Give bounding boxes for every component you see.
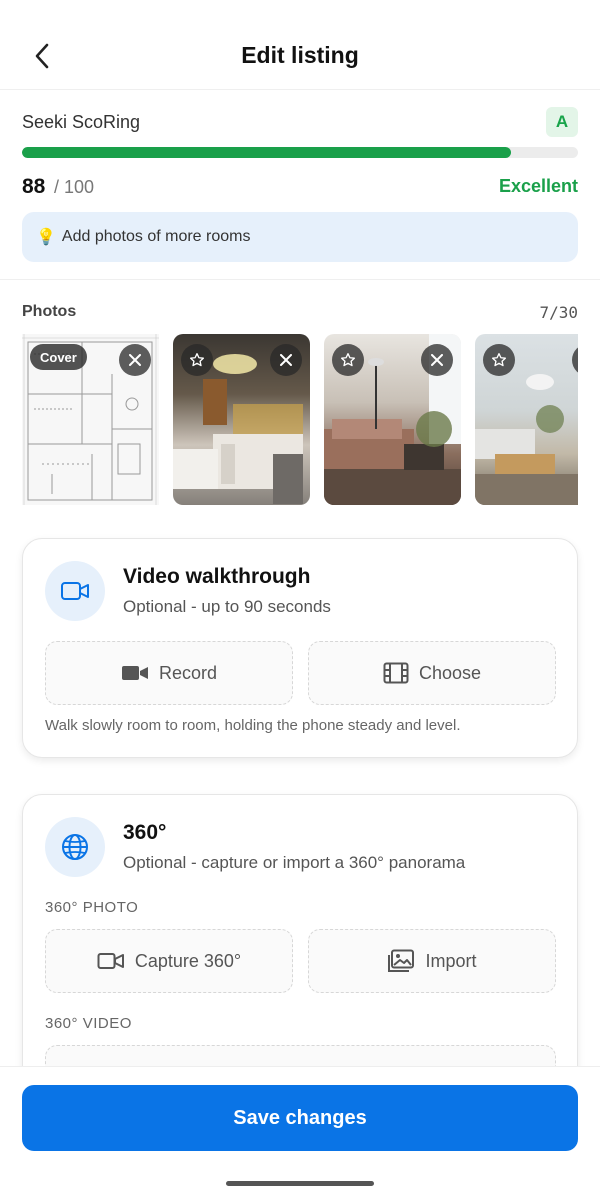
tip-text: Add photos of more rooms (61, 228, 251, 245)
set-cover-button[interactable] (181, 344, 213, 376)
video-camera-filled-icon (121, 666, 148, 680)
pano-video-caption: 360° VIDEO (45, 1015, 132, 1032)
photo-lounge[interactable] (475, 334, 578, 505)
video-card-title: Video walkthrough (123, 565, 311, 588)
image-gallery-icon (388, 949, 415, 972)
photos-strip[interactable]: Cover (22, 334, 578, 506)
pano-photo-caption: 360° PHOTO (45, 899, 139, 916)
page-title: Edit listing (241, 42, 359, 68)
remove-photo-button[interactable] (119, 344, 151, 376)
score-section: Seeki ScoRing A 88 / 100 Excellent 💡 Add… (0, 90, 600, 280)
pano-card-subtitle: Optional - capture or import a 360° pano… (123, 853, 466, 872)
close-icon (129, 354, 141, 366)
video-guidance-note: Walk slowly room to room, holding the ph… (45, 717, 461, 734)
film-icon (383, 662, 409, 684)
pano-360-card: 360° Optional - capture or import a 360°… (22, 794, 578, 1109)
star-icon (190, 353, 204, 367)
save-changes-button[interactable]: Save changes (22, 1085, 578, 1151)
video-camera-outline-icon (97, 953, 124, 969)
globe-icon (62, 834, 88, 860)
capture-360-button[interactable]: Capture 360° (45, 929, 293, 993)
photo-kitchen[interactable] (173, 334, 310, 505)
globe-icon-wrap (45, 817, 105, 877)
video-camera-icon-wrap (45, 561, 105, 621)
set-cover-button[interactable] (332, 344, 364, 376)
close-icon (280, 354, 292, 366)
video-camera-icon (61, 582, 89, 600)
remove-photo-button[interactable] (270, 344, 302, 376)
remove-photo-button[interactable] (421, 344, 453, 376)
record-video-button[interactable]: Record (45, 641, 293, 705)
import-360-button[interactable]: Import (308, 929, 556, 993)
score-rating-label: Excellent (498, 176, 578, 196)
cover-badge: Cover (30, 344, 87, 370)
record-label: Record (158, 662, 218, 683)
capture-360-label: Capture 360° (134, 950, 242, 971)
bottom-action-bar: Save changes (0, 1066, 600, 1200)
pano-card-title: 360° (123, 821, 167, 844)
set-cover-button[interactable] (483, 344, 515, 376)
lightbulb-icon: 💡 (36, 229, 56, 246)
score-value: 88 (22, 175, 46, 198)
choose-label: Choose (418, 662, 482, 683)
score-progress-bar (22, 147, 578, 158)
home-indicator (226, 1181, 374, 1186)
score-max: / 100 (54, 177, 95, 197)
import-label: Import (425, 950, 477, 971)
score-title: Seeki ScoRing (22, 112, 141, 132)
close-icon (431, 354, 443, 366)
star-icon (341, 353, 355, 367)
photo-floor-plan[interactable]: Cover (22, 334, 159, 505)
photo-living-room[interactable] (324, 334, 461, 505)
score-progress-fill (22, 147, 512, 158)
video-card-subtitle: Optional - up to 90 seconds (123, 597, 331, 616)
star-icon (492, 353, 506, 367)
video-walkthrough-card: Video walkthrough Optional - up to 90 se… (22, 538, 578, 758)
photos-count: 7/30 (539, 303, 578, 322)
tip-banner[interactable]: 💡 Add photos of more rooms (22, 212, 578, 262)
choose-video-button[interactable]: Choose (308, 641, 556, 705)
photos-label: Photos (22, 303, 77, 320)
app-header: Edit listing (0, 0, 600, 90)
grade-badge: A (546, 107, 578, 137)
